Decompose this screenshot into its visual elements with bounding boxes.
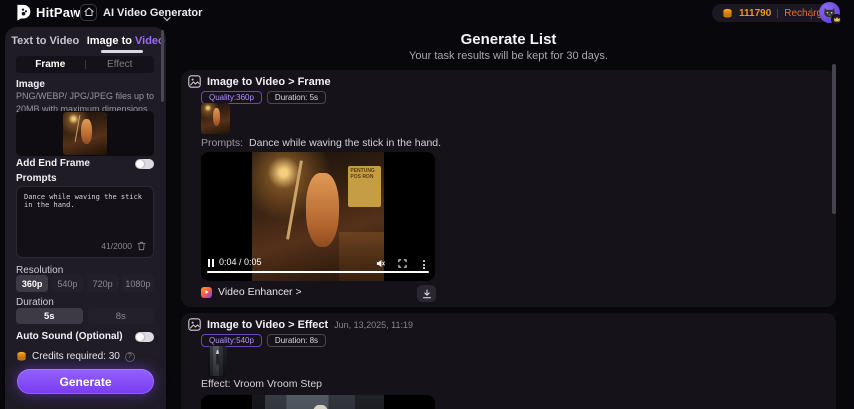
add-end-frame-toggle[interactable] — [135, 159, 154, 169]
sidebar: Text to Video Image to Video Frame Effec… — [5, 27, 166, 409]
video-porch-shape — [339, 232, 384, 281]
auto-sound-row: Auto Sound (Optional) — [16, 331, 154, 342]
coin-icon — [16, 351, 27, 362]
resolution-360p[interactable]: 360p — [16, 275, 48, 292]
home-icon — [84, 4, 94, 22]
coin-icon — [722, 8, 733, 19]
add-end-frame-label: Add End Frame — [16, 158, 90, 169]
thumb-character-shape — [81, 119, 92, 144]
topbar-divider — [73, 8, 74, 19]
pill-divider — [777, 9, 778, 18]
page-subtitle: Your task results will be kept for 30 da… — [181, 50, 836, 62]
prompt-label: Prompts: — [201, 137, 243, 149]
video-enhancer-label: Video Enhancer > — [218, 286, 302, 298]
nav-product-label[interactable]: AI Video Generator — [103, 7, 202, 19]
prompt-line: Prompts: Dance while waving the stick in … — [201, 137, 441, 149]
video-character-shape — [306, 173, 339, 248]
video-person-shape — [310, 405, 331, 409]
frame-effect-switch: Frame Effect — [16, 56, 154, 73]
prompt-text: Dance while waving the stick in the hand… — [249, 137, 441, 149]
credits-required-row: Credits required: 30 ? — [16, 351, 135, 362]
avatar[interactable] — [819, 2, 840, 23]
prompt-textarea[interactable]: Dance while waving the stick in the hand… — [17, 187, 153, 233]
duration-tag: Duration: 5s — [267, 91, 326, 104]
effect-line: Effect: Vroom Vroom Step — [201, 378, 322, 390]
toggle-knob — [136, 160, 144, 168]
image-upload-area[interactable] — [16, 111, 154, 156]
task-title: Image to Video > Effect — [207, 319, 328, 331]
video-player[interactable]: PENTUNG POS RON 0:04 / 0:05 — [201, 152, 435, 281]
hitpaw-logo-icon[interactable] — [14, 4, 31, 21]
uploaded-image-thumbnail[interactable] — [63, 112, 107, 155]
video-sign: PENTUNG POS RON — [348, 166, 381, 207]
app-window: HitPaw AI Video Generator 111790 Recharg… — [0, 0, 854, 409]
thumb-stick-shape — [74, 115, 80, 141]
duration-8s[interactable]: 8s — [88, 308, 155, 324]
video-enhancer-icon — [201, 287, 212, 298]
fullscreen-icon[interactable] — [398, 259, 407, 268]
image-section-label: Image — [16, 79, 45, 90]
home-button[interactable] — [80, 4, 97, 21]
tab-image-to-video[interactable]: Image to Video — [86, 35, 167, 47]
active-tab-indicator — [101, 50, 143, 53]
resolution-540p[interactable]: 540p — [51, 275, 83, 292]
duration-label: Duration — [16, 297, 54, 308]
toggle-knob — [136, 333, 144, 341]
image-to-video-icon — [188, 75, 201, 88]
main-scrollbar-thumb[interactable] — [832, 64, 836, 214]
video-stick-shape — [286, 160, 303, 239]
video-enhancer-link[interactable]: Video Enhancer > — [201, 286, 302, 298]
resolution-720p[interactable]: 720p — [87, 275, 119, 292]
task-card-frame: Image to Video > Frame Quality:360p Dura… — [181, 70, 836, 307]
video-frame-content: PENTUNG POS RON — [252, 152, 384, 281]
duration-options: 5s 8s — [16, 308, 154, 324]
trash-icon[interactable] — [137, 241, 146, 251]
prompt-input-box: Dance while waving the stick in the hand… — [16, 186, 154, 258]
mute-icon[interactable] — [376, 259, 385, 268]
video-frame-content — [252, 395, 384, 409]
download-icon — [422, 289, 432, 299]
pause-icon[interactable] — [208, 259, 214, 267]
task-date: Jun, 13,2025, 11:19 — [334, 320, 413, 330]
credits-required-label: Credits required: 30 — [32, 351, 120, 362]
sidebar-tabs: Text to Video Image to Video — [5, 32, 166, 49]
thumb-character-shape — [213, 108, 220, 126]
char-counter: 41/2000 — [101, 241, 132, 251]
video-timestamp: 0:04 / 0:05 — [219, 257, 262, 267]
help-icon[interactable]: ? — [125, 352, 135, 362]
chevron-down-icon[interactable] — [163, 9, 171, 27]
resolution-1080p[interactable]: 1080p — [122, 275, 154, 292]
task-card-effect: Image to Video > Effect Jun, 13,2025, 11… — [181, 313, 836, 409]
auto-sound-toggle[interactable] — [135, 332, 154, 342]
crown-badge-icon — [831, 14, 842, 25]
resolution-options: 360p 540p 720p 1080p — [16, 275, 154, 292]
sidebar-scrollbar-thumb[interactable] — [161, 30, 164, 102]
topbar: HitPaw AI Video Generator 111790 Recharg… — [0, 0, 854, 26]
subtab-frame[interactable]: Frame — [16, 59, 85, 70]
video-player[interactable] — [201, 395, 435, 409]
download-button[interactable] — [417, 285, 436, 302]
generate-button[interactable]: Generate — [17, 369, 154, 394]
credits-count: 111790 — [739, 8, 771, 19]
duration-5s[interactable]: 5s — [16, 308, 83, 324]
task-title: Image to Video > Frame — [207, 76, 331, 88]
thumb-person-shape — [216, 350, 219, 371]
page-title: Generate List — [181, 31, 836, 48]
auto-sound-label: Auto Sound (Optional) — [16, 331, 123, 342]
source-image-thumbnail[interactable] — [201, 103, 230, 134]
prompts-label: Prompts — [16, 173, 57, 184]
overflow-menu-icon[interactable] — [423, 260, 425, 269]
subtab-effect[interactable]: Effect — [86, 59, 155, 70]
video-progress-bar[interactable] — [207, 271, 429, 274]
tab-text-to-video[interactable]: Text to Video — [5, 35, 86, 47]
source-image-thumbnail[interactable] — [208, 346, 227, 376]
duration-tag: Duration: 8s — [267, 334, 326, 347]
add-end-frame-row: Add End Frame — [16, 158, 154, 169]
topbar-divider-2 — [811, 8, 812, 19]
image-to-video-icon — [188, 318, 201, 331]
